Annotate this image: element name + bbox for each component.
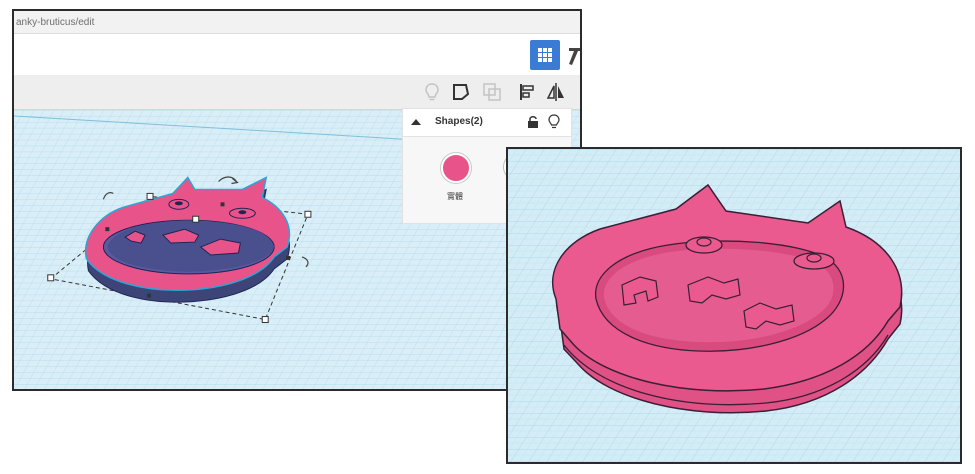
mirror-icon[interactable] [546, 82, 566, 102]
lightbulb-icon[interactable] [548, 114, 560, 130]
closeup-workplane [508, 149, 960, 462]
collapse-caret-icon[interactable] [411, 119, 421, 125]
top-toolbar [14, 34, 580, 76]
shapes-panel-header: Shapes(2) [403, 109, 571, 137]
url-text: anky-bruticus/edit [16, 17, 95, 28]
shapes-panel-title: Shapes(2) [435, 116, 483, 127]
align-icon[interactable] [517, 82, 537, 102]
solid-label: 實體 [447, 192, 463, 201]
lock-icon[interactable] [527, 115, 539, 129]
grid-view-icon [538, 48, 552, 62]
duplicate-icon[interactable] [482, 82, 502, 102]
shape-outline-icon[interactable] [451, 82, 471, 102]
edit-toolbar [14, 75, 580, 110]
url-bar[interactable]: anky-bruticus/edit [14, 11, 580, 34]
closeup-screenshot [506, 147, 962, 464]
lightbulb-icon[interactable] [422, 82, 442, 102]
hammer-icon[interactable] [566, 40, 582, 70]
solid-color-swatch[interactable] [441, 153, 471, 183]
editor-screenshot: anky-bruticus/edit Shapes(2) 實體 [12, 9, 582, 391]
grid-view-button[interactable] [530, 40, 560, 70]
